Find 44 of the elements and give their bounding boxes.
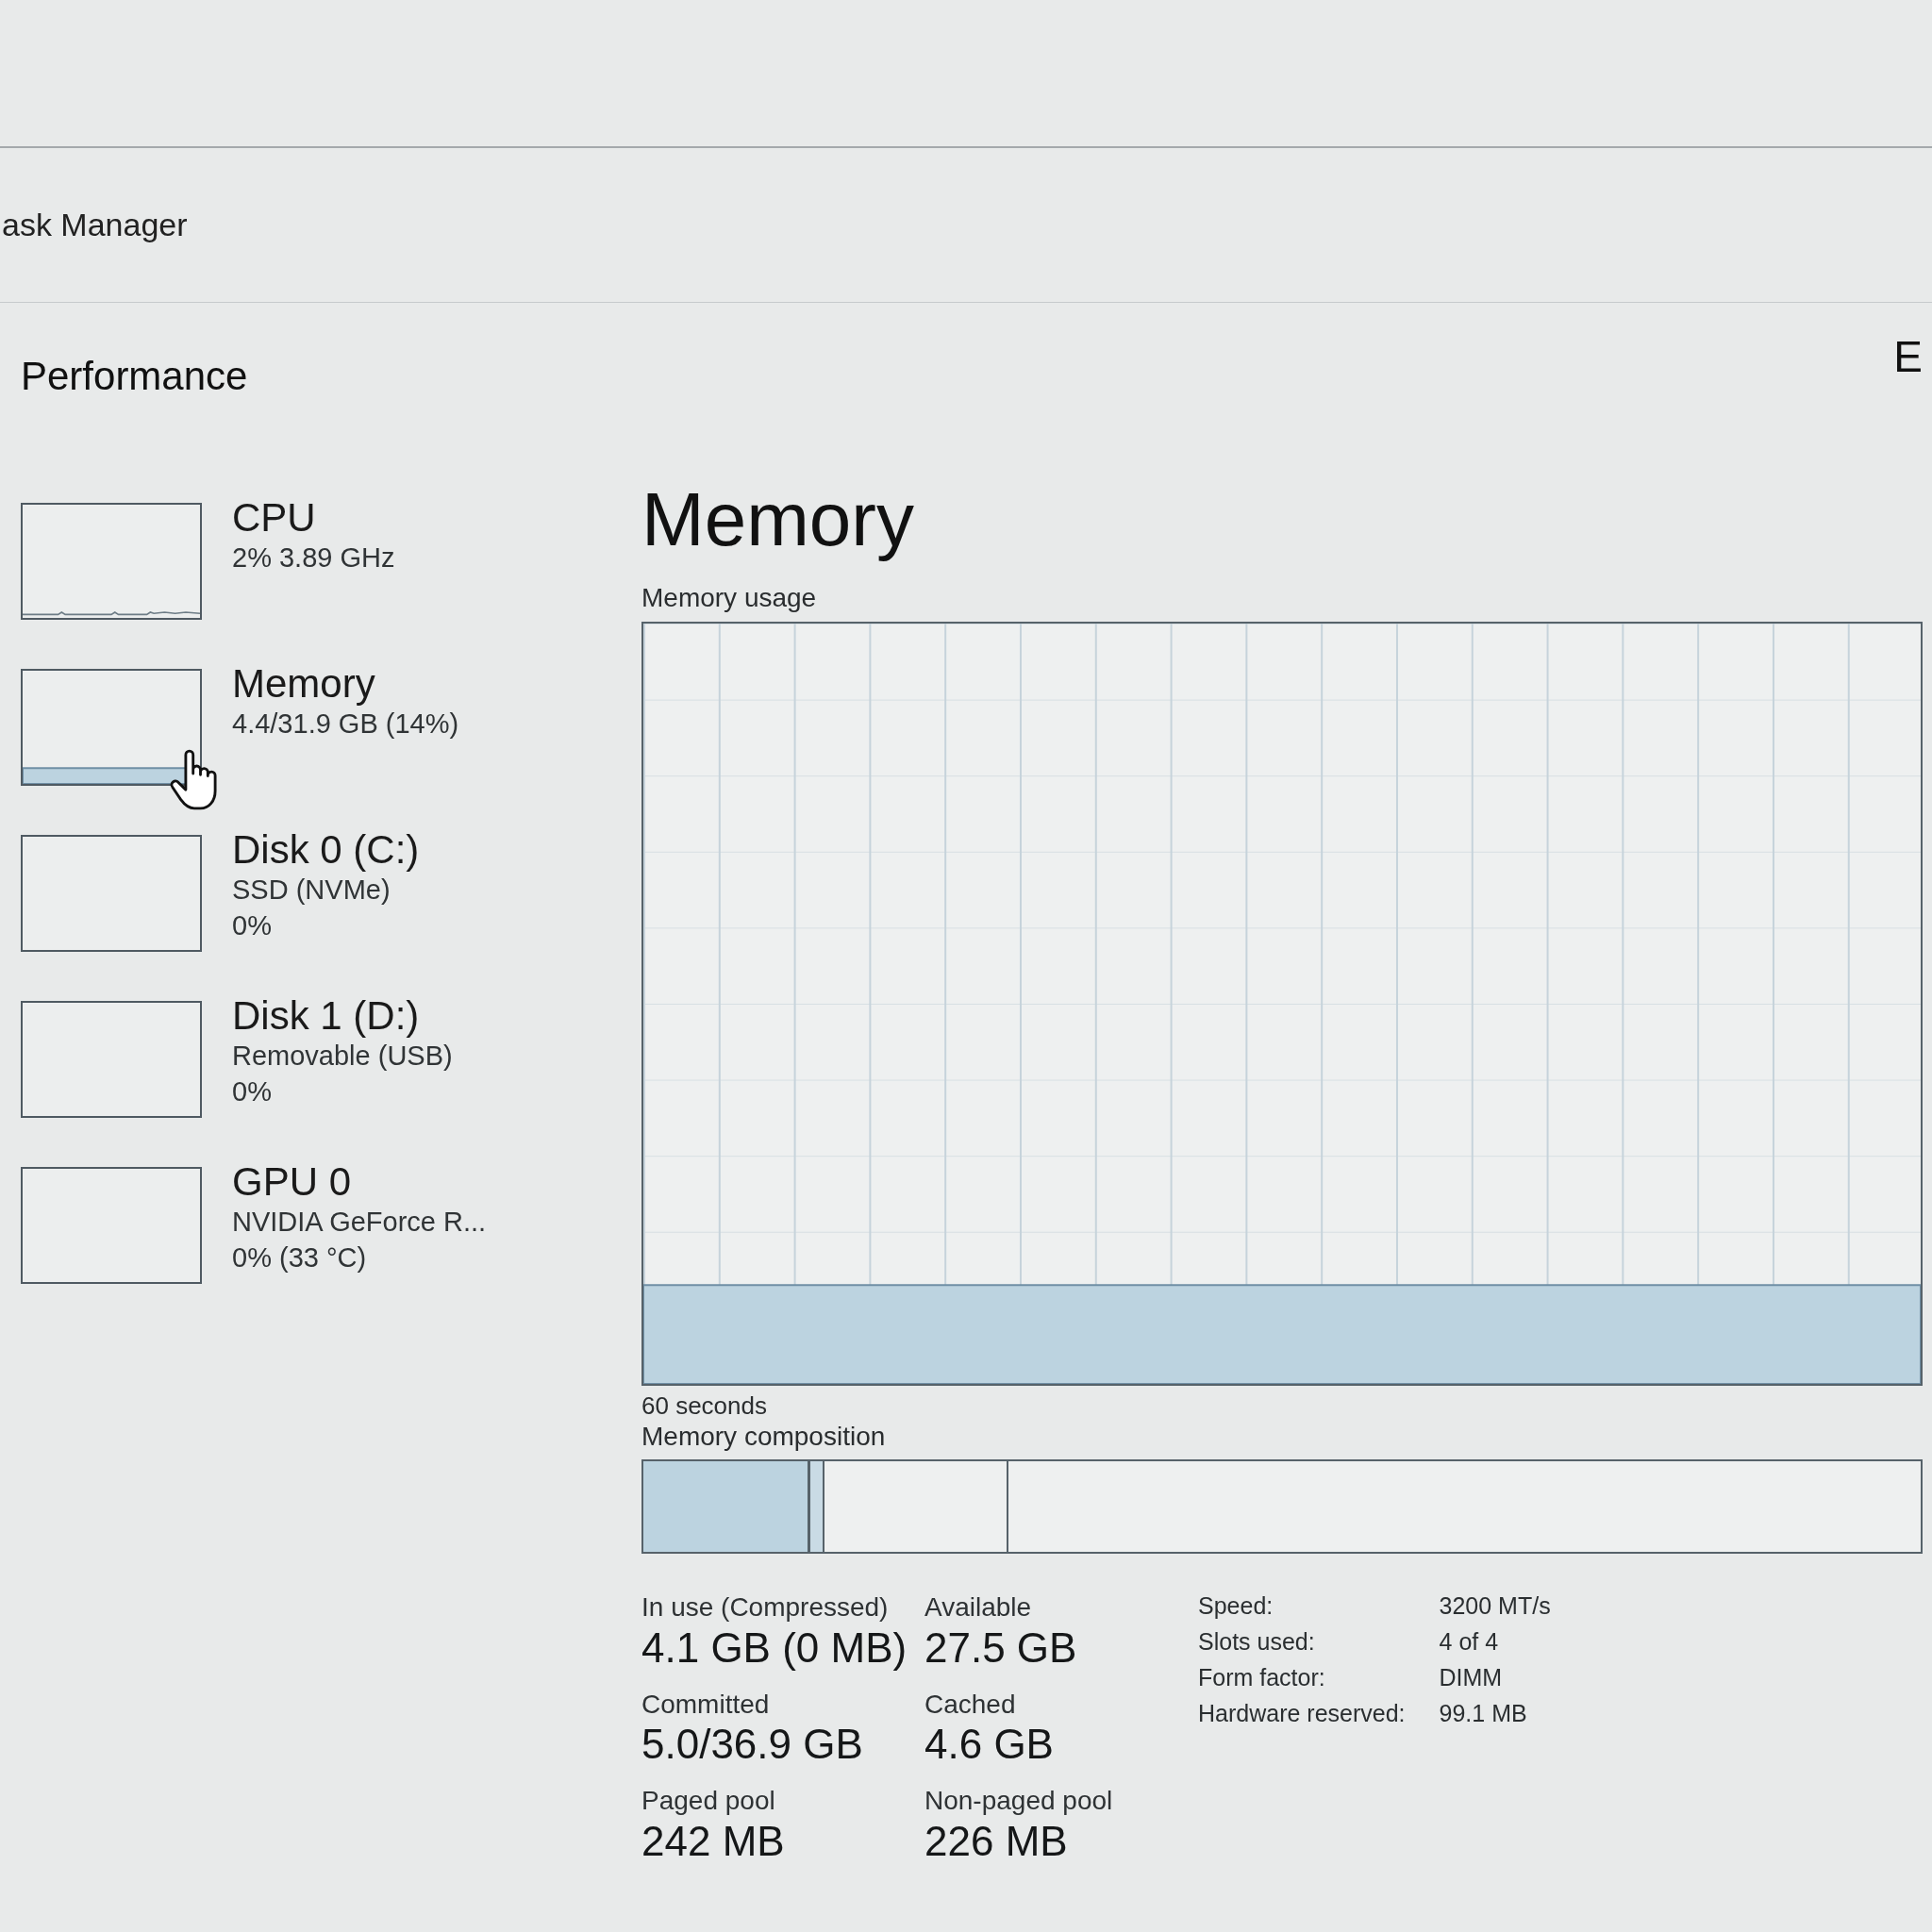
stat-value: 5.0/36.9 GB (641, 1720, 863, 1770)
spec-value: 3200 MT/s (1439, 1591, 1551, 1621)
page-title: Performance (21, 354, 248, 399)
spec-label: Speed: (1198, 1591, 1274, 1621)
cut-off-label: E (1893, 331, 1923, 382)
time-label: 60 seconds (641, 1391, 767, 1421)
device-detail: SSD (NVMe) (232, 874, 391, 908)
spec-label: Slots used: (1198, 1627, 1316, 1657)
stat-label: In use (Compressed) (641, 1591, 889, 1624)
composition-label: Memory composition (641, 1420, 886, 1453)
mini-graph[interactable] (21, 669, 202, 786)
mini-graph[interactable] (21, 1167, 202, 1284)
device-detail: 0% (232, 909, 272, 942)
device-detail: 0% (232, 1075, 272, 1108)
stat-value: 27.5 GB (924, 1623, 1077, 1673)
device-name[interactable]: CPU (232, 495, 316, 541)
spec-value: DIMM (1439, 1663, 1504, 1692)
device-name[interactable]: Disk 1 (D:) (232, 993, 420, 1040)
spec-label: Form factor: (1198, 1663, 1326, 1692)
stat-label: Paged pool (641, 1785, 775, 1817)
stat-value: 226 MB (924, 1816, 1068, 1866)
stat-label: Available (924, 1591, 1032, 1624)
device-detail: NVIDIA GeForce R... (232, 1206, 487, 1240)
stat-label: Committed (641, 1688, 770, 1721)
stat-value: 4.1 GB (0 MB) (641, 1623, 908, 1673)
graph-label: Memory usage (641, 582, 817, 614)
device-detail: 4.4/31.9 GB (14%) (232, 708, 459, 741)
mini-graph[interactable] (21, 503, 202, 620)
device-name[interactable]: GPU 0 (232, 1159, 352, 1206)
window-title: ask Manager (1, 207, 188, 243)
stat-value: 4.6 GB (924, 1720, 1054, 1770)
device-name[interactable]: Memory (232, 661, 375, 708)
stat-value: 242 MB (641, 1816, 785, 1866)
device-detail: 0% (33 °C) (232, 1241, 367, 1274)
stat-label: Cached (924, 1688, 1016, 1721)
device-detail: 2% 3.89 GHz (232, 541, 395, 575)
mini-graph[interactable] (21, 835, 202, 952)
spec-value: 4 of 4 (1439, 1627, 1500, 1657)
spec-value: 99.1 MB (1439, 1699, 1528, 1728)
stat-label: Non-paged pool (924, 1785, 1113, 1817)
mini-graph[interactable] (21, 1001, 202, 1118)
device-name[interactable]: Disk 0 (C:) (232, 827, 420, 874)
spec-label: Hardware reserved: (1198, 1699, 1406, 1728)
device-detail: Removable (USB) (232, 1040, 453, 1074)
